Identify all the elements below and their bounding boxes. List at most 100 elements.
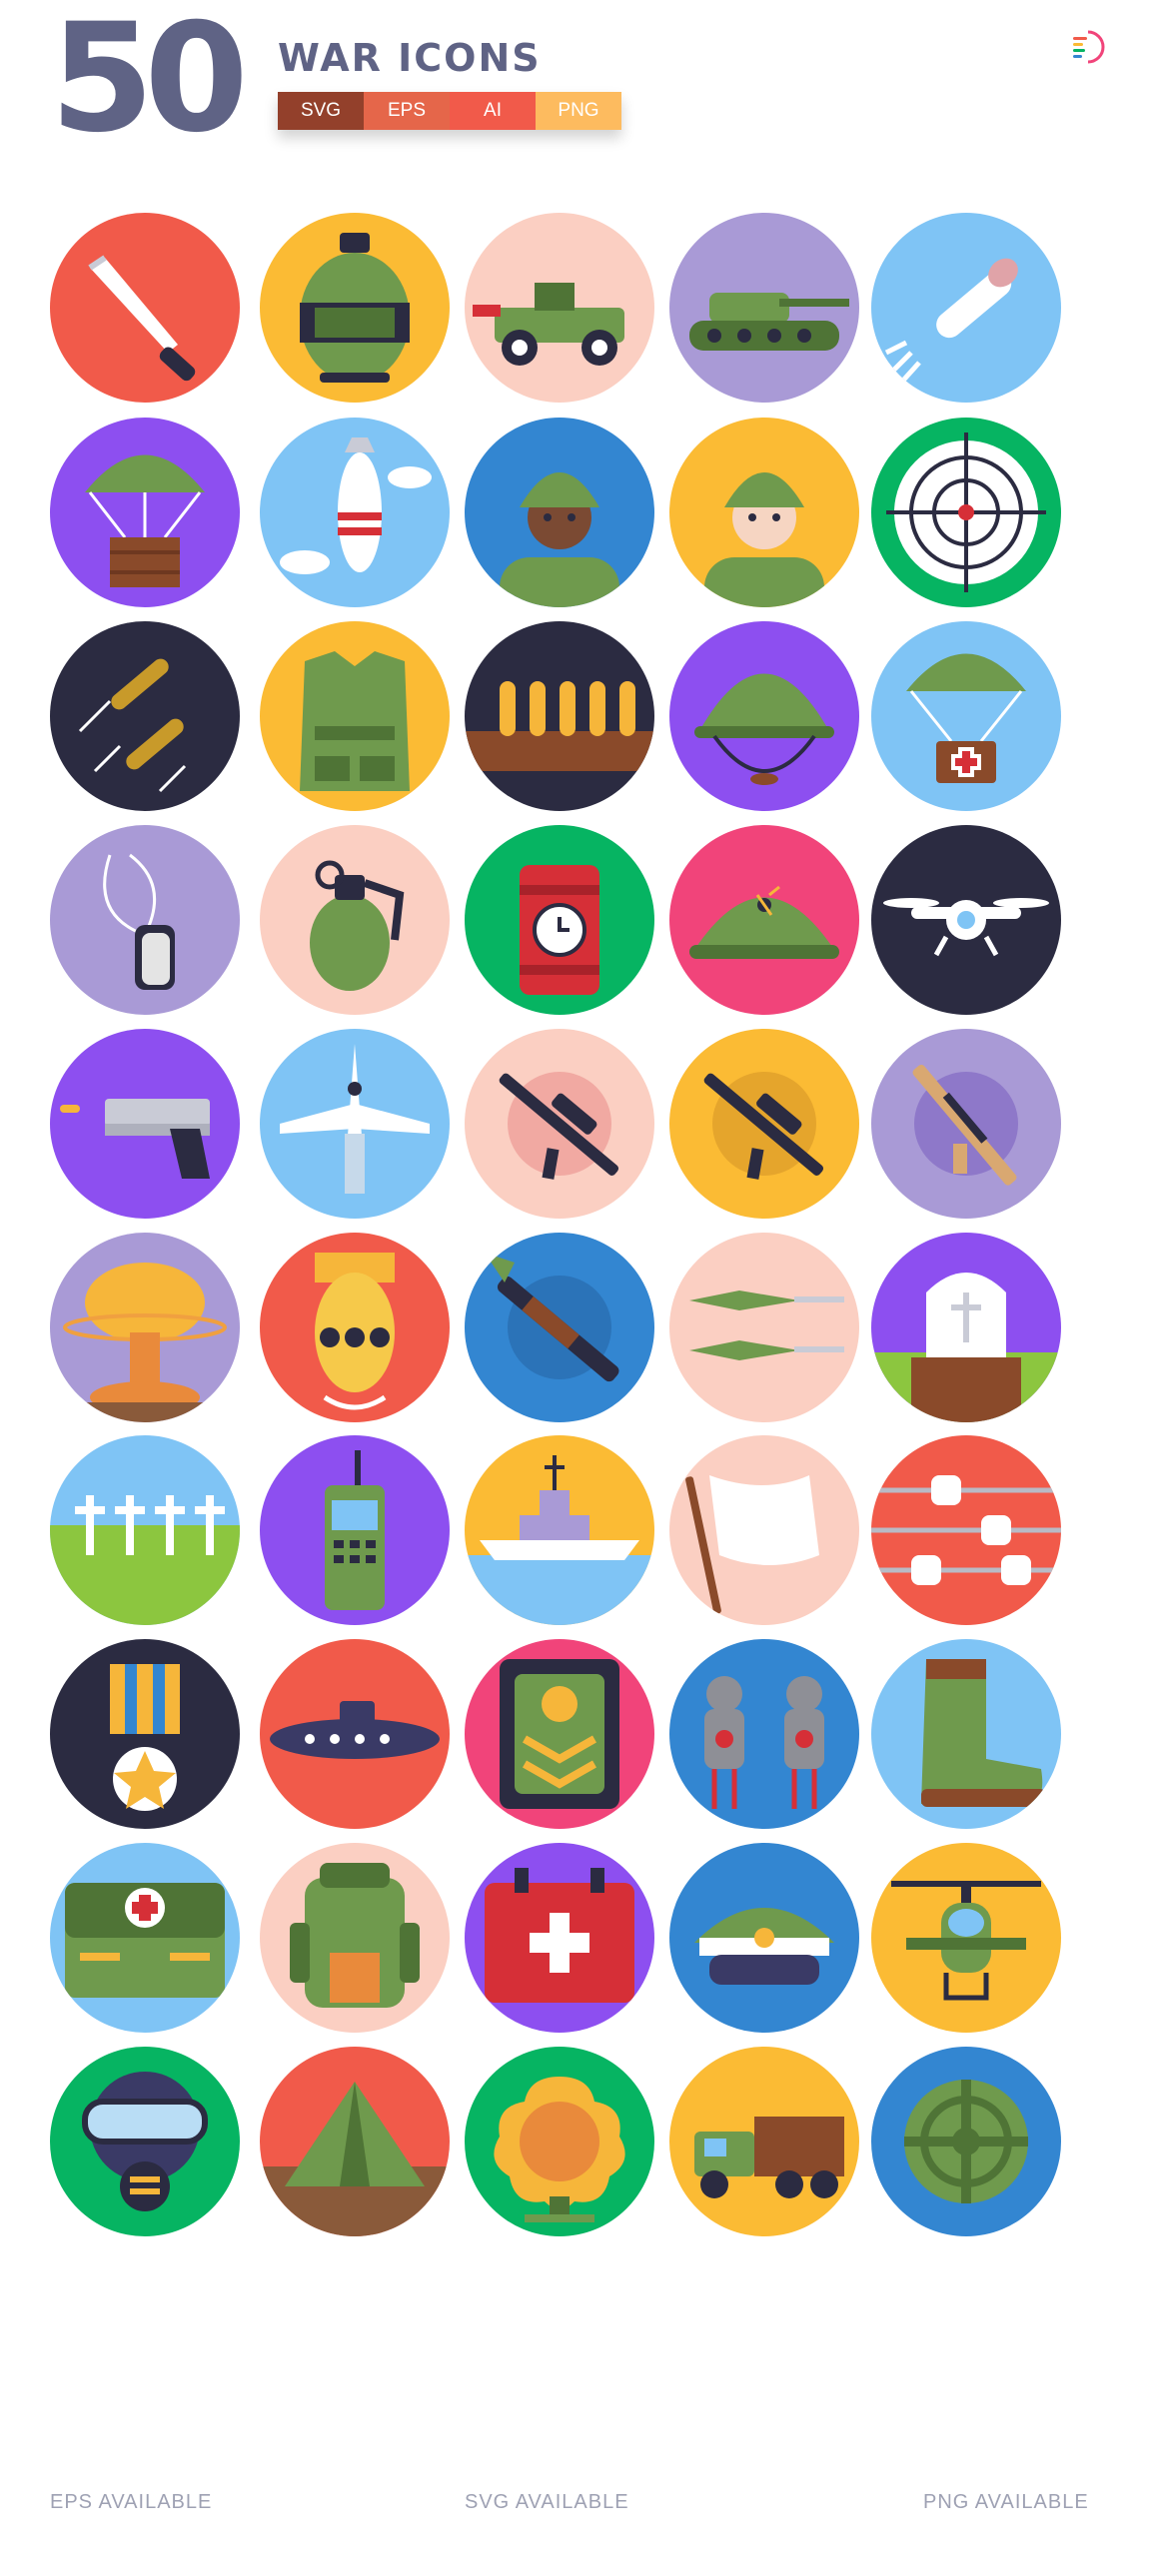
icon-circle xyxy=(871,621,1061,811)
icon-tile xyxy=(50,621,240,811)
icon-tile xyxy=(871,825,1061,1015)
icon-tile xyxy=(465,1233,654,1422)
parachute-medkit-icon xyxy=(906,653,1026,783)
radio-icon xyxy=(325,1450,385,1610)
icon-circle xyxy=(871,1843,1061,2033)
tank-icon xyxy=(689,293,849,351)
icon-tile xyxy=(50,825,240,1015)
icon-circle xyxy=(50,1029,240,1219)
grave-icon xyxy=(871,1273,1061,1422)
icon-circle xyxy=(50,621,240,811)
medal-icon xyxy=(110,1664,180,1811)
format-badge-svg: SVG xyxy=(278,92,364,130)
shooting-targets-icon xyxy=(704,1676,824,1809)
icon-tile xyxy=(669,1435,859,1625)
icon-tile xyxy=(260,1639,450,1829)
medic-bag-icon xyxy=(65,1883,225,1998)
brand-logo-icon xyxy=(1073,30,1105,64)
parachute-crate-icon xyxy=(85,454,205,587)
format-badges: SVG EPS AI PNG xyxy=(278,92,621,130)
time-bomb-icon xyxy=(520,865,599,995)
icon-circle xyxy=(669,1029,859,1219)
icon-tile xyxy=(871,1843,1061,2033)
icon-tile xyxy=(669,1639,859,1829)
icon-tile xyxy=(260,1233,450,1422)
bullets-flying-icon xyxy=(78,658,187,793)
icon-circle xyxy=(260,2047,450,2236)
icon-circle xyxy=(669,1843,859,2033)
rpg-rockets-icon xyxy=(689,1290,844,1360)
icon-circle xyxy=(50,213,240,403)
explosion-icon xyxy=(494,2077,625,2222)
icon-circle xyxy=(465,213,654,403)
icon-circle xyxy=(50,418,240,607)
header: 50 WAR ICONS SVG EPS AI PNG xyxy=(0,0,1159,200)
icon-circle xyxy=(669,2047,859,2236)
icon-circle xyxy=(669,418,859,607)
grenade-icon xyxy=(310,860,405,991)
icon-tile xyxy=(260,418,450,607)
nuke-warhead-icon xyxy=(315,1253,395,1410)
icon-tile xyxy=(669,1233,859,1422)
damaged-helmet-icon xyxy=(689,885,839,959)
icon-tile xyxy=(260,213,450,403)
pistol-icon xyxy=(60,1099,210,1179)
icon-tile xyxy=(465,2047,654,2236)
icon-tile xyxy=(50,1435,240,1625)
first-aid-kit-icon xyxy=(485,1868,634,2003)
icon-circle xyxy=(669,1435,859,1625)
icon-circle xyxy=(50,2047,240,2236)
icon-circle xyxy=(260,1233,450,1422)
icon-tile xyxy=(465,1843,654,2033)
icon-tile xyxy=(871,1435,1061,1625)
format-badge-eps: EPS xyxy=(364,92,450,130)
soldier-female-icon xyxy=(704,472,824,607)
icon-tile xyxy=(669,825,859,1015)
battleship-icon xyxy=(465,1455,654,1625)
icon-tile xyxy=(50,1639,240,1829)
icon-tile xyxy=(669,1029,859,1219)
icon-circle xyxy=(669,621,859,811)
gas-mask-icon xyxy=(82,2072,208,2211)
icon-circle xyxy=(260,621,450,811)
icon-circle xyxy=(260,1843,450,2033)
icon-circle xyxy=(260,213,450,403)
icon-circle xyxy=(669,213,859,403)
icon-tile xyxy=(465,825,654,1015)
icon-circle xyxy=(465,418,654,607)
bomb-icon xyxy=(280,437,432,574)
drone-icon xyxy=(883,898,1049,957)
dog-tag-icon xyxy=(103,853,175,990)
rank-insignia-icon xyxy=(500,1659,619,1809)
icon-tile xyxy=(669,1843,859,2033)
icon-tile xyxy=(669,621,859,811)
fighter-jet-icon xyxy=(280,1044,430,1194)
icon-circle xyxy=(260,825,450,1015)
icon-circle xyxy=(669,825,859,1015)
icon-circle xyxy=(669,1639,859,1829)
crosshair-target-icon xyxy=(886,432,1046,592)
icon-tile xyxy=(50,213,240,403)
icon-tile xyxy=(465,1029,654,1219)
icon-tile xyxy=(465,621,654,811)
icon-circle xyxy=(465,621,654,811)
icon-tile xyxy=(260,2047,450,2236)
icon-circle xyxy=(260,1639,450,1829)
icon-tile xyxy=(260,1435,450,1625)
army-helmet-icon xyxy=(694,673,834,785)
icon-circle xyxy=(260,418,450,607)
combat-boot-icon xyxy=(921,1659,1046,1807)
icon-tile xyxy=(871,2047,1061,2236)
icon-circle xyxy=(465,1639,654,1829)
icon-tile xyxy=(871,1233,1061,1422)
format-badge-png: PNG xyxy=(536,92,621,130)
page-title: WAR ICONS xyxy=(278,36,542,80)
icon-circle xyxy=(871,213,1061,403)
officer-cap-icon xyxy=(694,1908,834,1985)
icon-tile xyxy=(50,1843,240,2033)
icon-tile xyxy=(260,825,450,1015)
icon-circle xyxy=(465,1233,654,1422)
icon-circle xyxy=(465,1029,654,1219)
white-flag-icon xyxy=(685,1475,819,1614)
icon-tile xyxy=(50,1233,240,1422)
